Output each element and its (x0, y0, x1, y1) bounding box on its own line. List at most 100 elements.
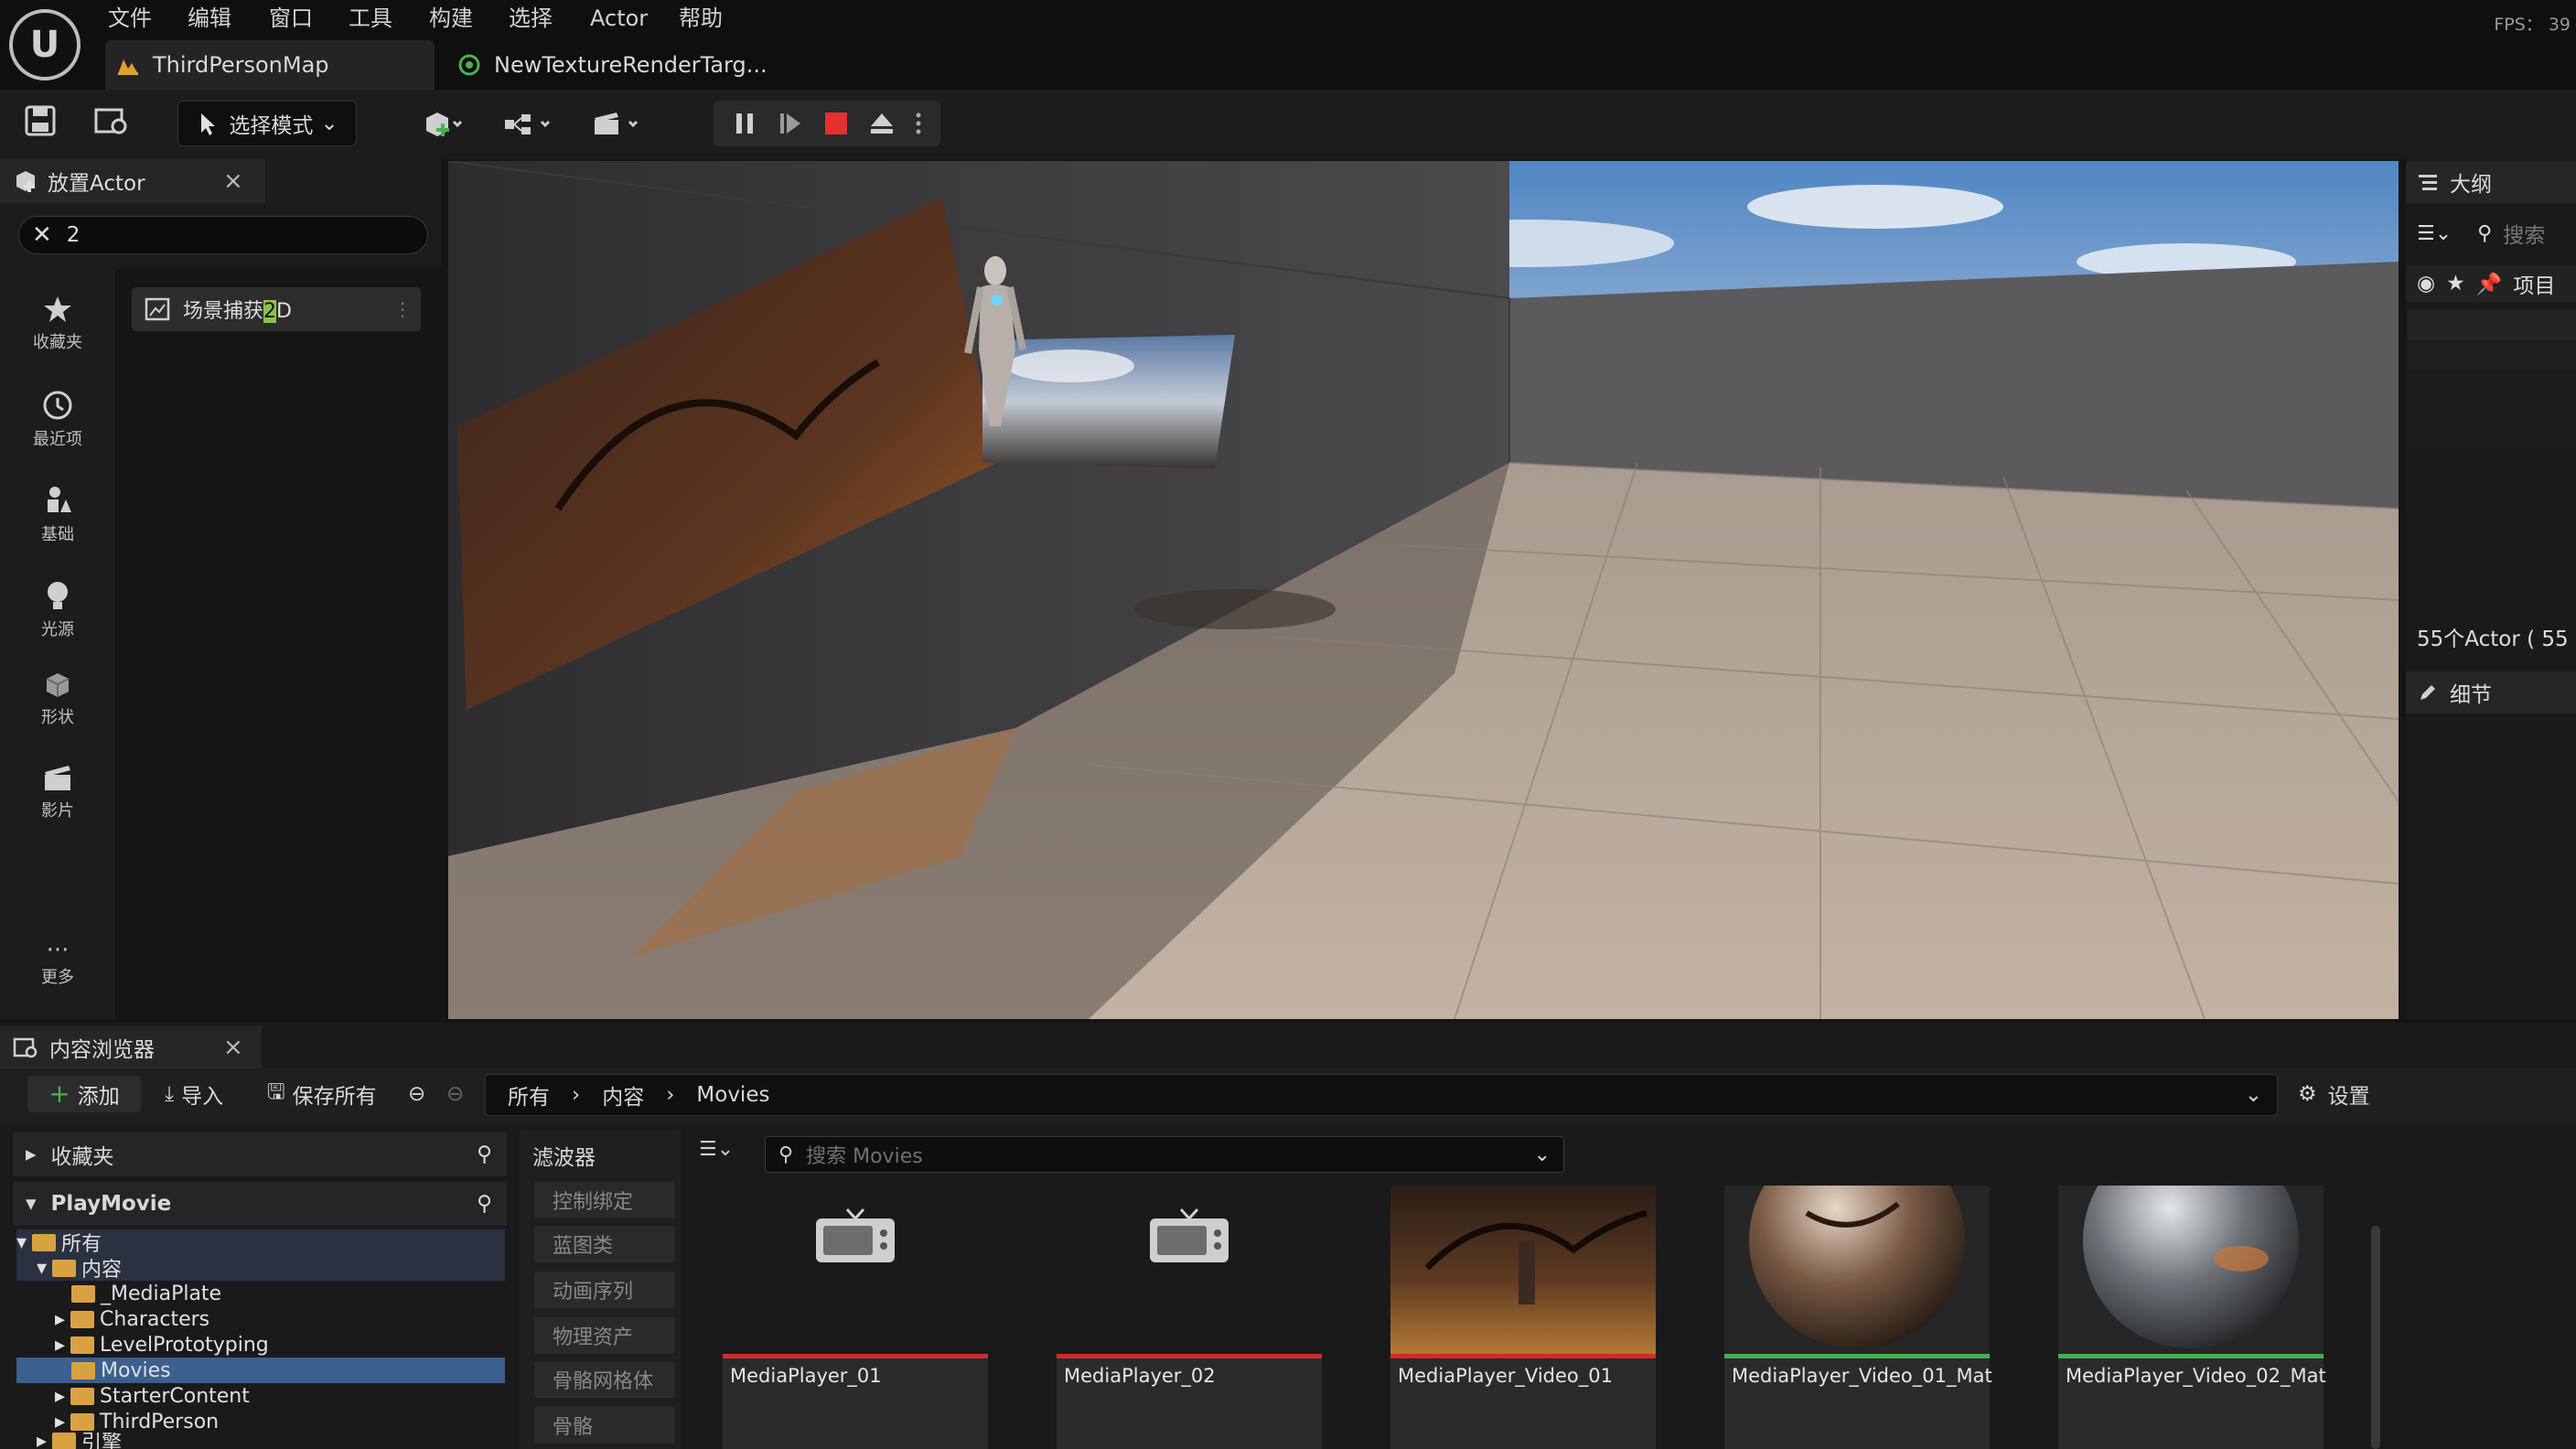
tab-label: ThirdPersonMap (153, 52, 329, 78)
category-label: 收藏夹 (33, 333, 82, 352)
tree-item-characters[interactable]: ▸ Characters (16, 1306, 505, 1332)
menu-actor[interactable]: Actor (590, 4, 648, 33)
chevron-down-icon[interactable]: ⌄ (2245, 1083, 2262, 1107)
material-sphere-thumbnail (1724, 1186, 1990, 1356)
category-cinematic[interactable]: 影片 (16, 763, 99, 821)
content-browser-icon (13, 1037, 38, 1058)
menu-file[interactable]: 文件 (108, 4, 152, 33)
back-arrow-icon[interactable]: ⊖ (408, 1076, 425, 1112)
favorites-section[interactable]: ▸ 收藏夹 ⚲ (13, 1132, 507, 1176)
tab-render-target[interactable]: NewTextureRenderTarg... (446, 40, 794, 90)
menu-select[interactable]: 选择 (509, 4, 553, 33)
menu-window[interactable]: 窗口 (269, 4, 313, 33)
asset-scrollbar[interactable] (2371, 1226, 2380, 1449)
stop-icon[interactable] (822, 110, 850, 137)
tree-item-all[interactable]: ▾ 所有 (16, 1229, 505, 1257)
tree-item-movies[interactable]: Movies (16, 1358, 505, 1383)
pause-icon[interactable] (731, 110, 758, 137)
asset-search-input[interactable]: ⚲ 搜索 Movies ⌄ (765, 1136, 1564, 1173)
panel-title: 放置Actor (48, 172, 145, 196)
select-mode-button[interactable]: 选择模式 ⌄ (177, 101, 357, 146)
tv-icon (1150, 1208, 1229, 1262)
chevron-down-icon: ⌄ (320, 112, 338, 135)
close-icon[interactable]: × (223, 167, 243, 195)
add-actor-button[interactable] (410, 101, 476, 146)
menu-tools[interactable]: 工具 (349, 4, 392, 33)
asset-name: MediaPlayer_Video_01_Mat (1732, 1365, 1992, 1387)
level-viewport[interactable] (448, 161, 2399, 1019)
filter-physics-asset[interactable]: 物理资产 (534, 1317, 675, 1354)
outliner-row[interactable] (2408, 309, 2576, 340)
save-all-button[interactable]: 🖫 保存所有 (267, 1076, 377, 1112)
menu-help[interactable]: 帮助 (679, 4, 723, 33)
category-shapes[interactable]: 形状 (16, 671, 99, 728)
cinematics-button[interactable] (589, 101, 648, 146)
tree-item-content[interactable]: ▾ 内容 (16, 1255, 505, 1283)
actor-search-input[interactable]: ✕ 2 (18, 216, 428, 254)
asset-tile[interactable]: MediaPlayer_02 (1057, 1186, 1322, 1449)
breadcrumb-all[interactable]: 所有 (508, 1079, 550, 1111)
asset-tile[interactable]: MediaPlayer_Video_01 (1390, 1186, 1656, 1449)
asset-tile[interactable]: MediaPlayer_01 (723, 1186, 988, 1449)
category-more[interactable]: ··· 更多 (16, 939, 99, 988)
filter-control-rig[interactable]: 控制绑定 (534, 1182, 675, 1218)
clock-icon (43, 391, 72, 420)
tree-item-mediaplate[interactable]: _MediaPlate (16, 1281, 505, 1306)
material-sphere-thumbnail (2058, 1186, 2324, 1356)
search-icon[interactable]: ⚲ (477, 1143, 492, 1166)
search-icon[interactable]: ⚲ (477, 1192, 492, 1216)
settings-button[interactable]: ⚙ 设置 (2298, 1076, 2370, 1112)
category-recent[interactable]: 最近项 (16, 390, 99, 450)
save-icon: 🖫 (267, 1079, 285, 1104)
project-section[interactable]: ▾ PlayMovie ⚲ (13, 1182, 507, 1226)
eye-icon[interactable]: ◉ (2417, 272, 2435, 295)
outliner-search-input[interactable]: 搜索 (2503, 218, 2545, 249)
filter-blueprint[interactable]: 蓝图类 (534, 1226, 675, 1262)
tree-item-engine[interactable]: ▸ 引擎 (16, 1433, 505, 1449)
category-lights[interactable]: 光源 (16, 580, 99, 640)
unreal-logo[interactable]: U (9, 9, 80, 80)
asset-tile[interactable]: MediaPlayer_Video_01_Mat (1724, 1186, 1992, 1449)
eject-icon[interactable] (868, 110, 896, 137)
tree-item-thirdperson[interactable]: ▸ ThirdPerson (16, 1409, 505, 1434)
menu-build[interactable]: 构建 (429, 4, 473, 33)
filter-anim-sequence[interactable]: 动画序列 (534, 1272, 675, 1308)
blueprint-button[interactable] (499, 101, 558, 146)
import-button[interactable]: ⤓ 导入 (165, 1076, 223, 1112)
search-icon[interactable]: ⚲ (2477, 222, 2492, 245)
actor-result-scene-capture-2d[interactable]: 场景捕获2D ⋮ (132, 287, 421, 331)
star-icon[interactable]: ★ (2446, 272, 2465, 295)
breadcrumb-content[interactable]: 内容 (602, 1079, 644, 1111)
category-favorites[interactable]: 收藏夹 (16, 295, 99, 353)
pin-icon[interactable]: 📌 (2476, 272, 2503, 296)
more-options-icon[interactable] (914, 110, 923, 137)
outliner-row[interactable] (2408, 373, 2576, 446)
filter-skeleton[interactable]: 骨骼 (534, 1407, 675, 1444)
outliner-row[interactable] (2408, 340, 2576, 371)
frame-skip-icon[interactable] (777, 110, 804, 137)
details-tab[interactable]: 细节 (2406, 671, 2576, 714)
drag-handle-icon[interactable]: ⋮ (393, 298, 412, 320)
breadcrumb-movies[interactable]: Movies (696, 1083, 769, 1107)
chevron-down-icon[interactable]: ⌄ (1534, 1143, 1551, 1166)
tree-item-levelprototyping[interactable]: ▸ LevelPrototyping (16, 1332, 505, 1358)
outliner-tab[interactable]: 大纲 (2406, 161, 2576, 203)
forward-arrow-icon[interactable]: ⊖ (446, 1076, 464, 1112)
asset-tile[interactable]: MediaPlayer_Video_02_Mat (2058, 1186, 2326, 1449)
tree-item-startercontent[interactable]: ▸ StarterContent (16, 1383, 505, 1409)
clear-search-icon[interactable]: ✕ (32, 221, 52, 249)
main-toolbar (0, 90, 2576, 159)
close-icon[interactable]: × (223, 1034, 243, 1061)
add-label: 添加 (77, 1085, 120, 1109)
add-button[interactable]: + 添加 (27, 1076, 141, 1112)
folder-icon (32, 1233, 57, 1251)
category-basic[interactable]: 基础 (16, 485, 99, 545)
filter-icon[interactable]: ☰⌄ (2417, 222, 2452, 245)
menu-edit[interactable]: 编辑 (188, 4, 231, 33)
save-icon[interactable] (24, 104, 57, 141)
tab-thirdpersonmap[interactable]: ThirdPersonMap (105, 40, 435, 90)
asset-filter-icon[interactable]: ☰⌄ (699, 1138, 734, 1161)
content-icon[interactable] (93, 104, 130, 141)
folder-icon (70, 1310, 95, 1328)
filter-skeletal-mesh[interactable]: 骨骼网格体 (534, 1361, 675, 1398)
